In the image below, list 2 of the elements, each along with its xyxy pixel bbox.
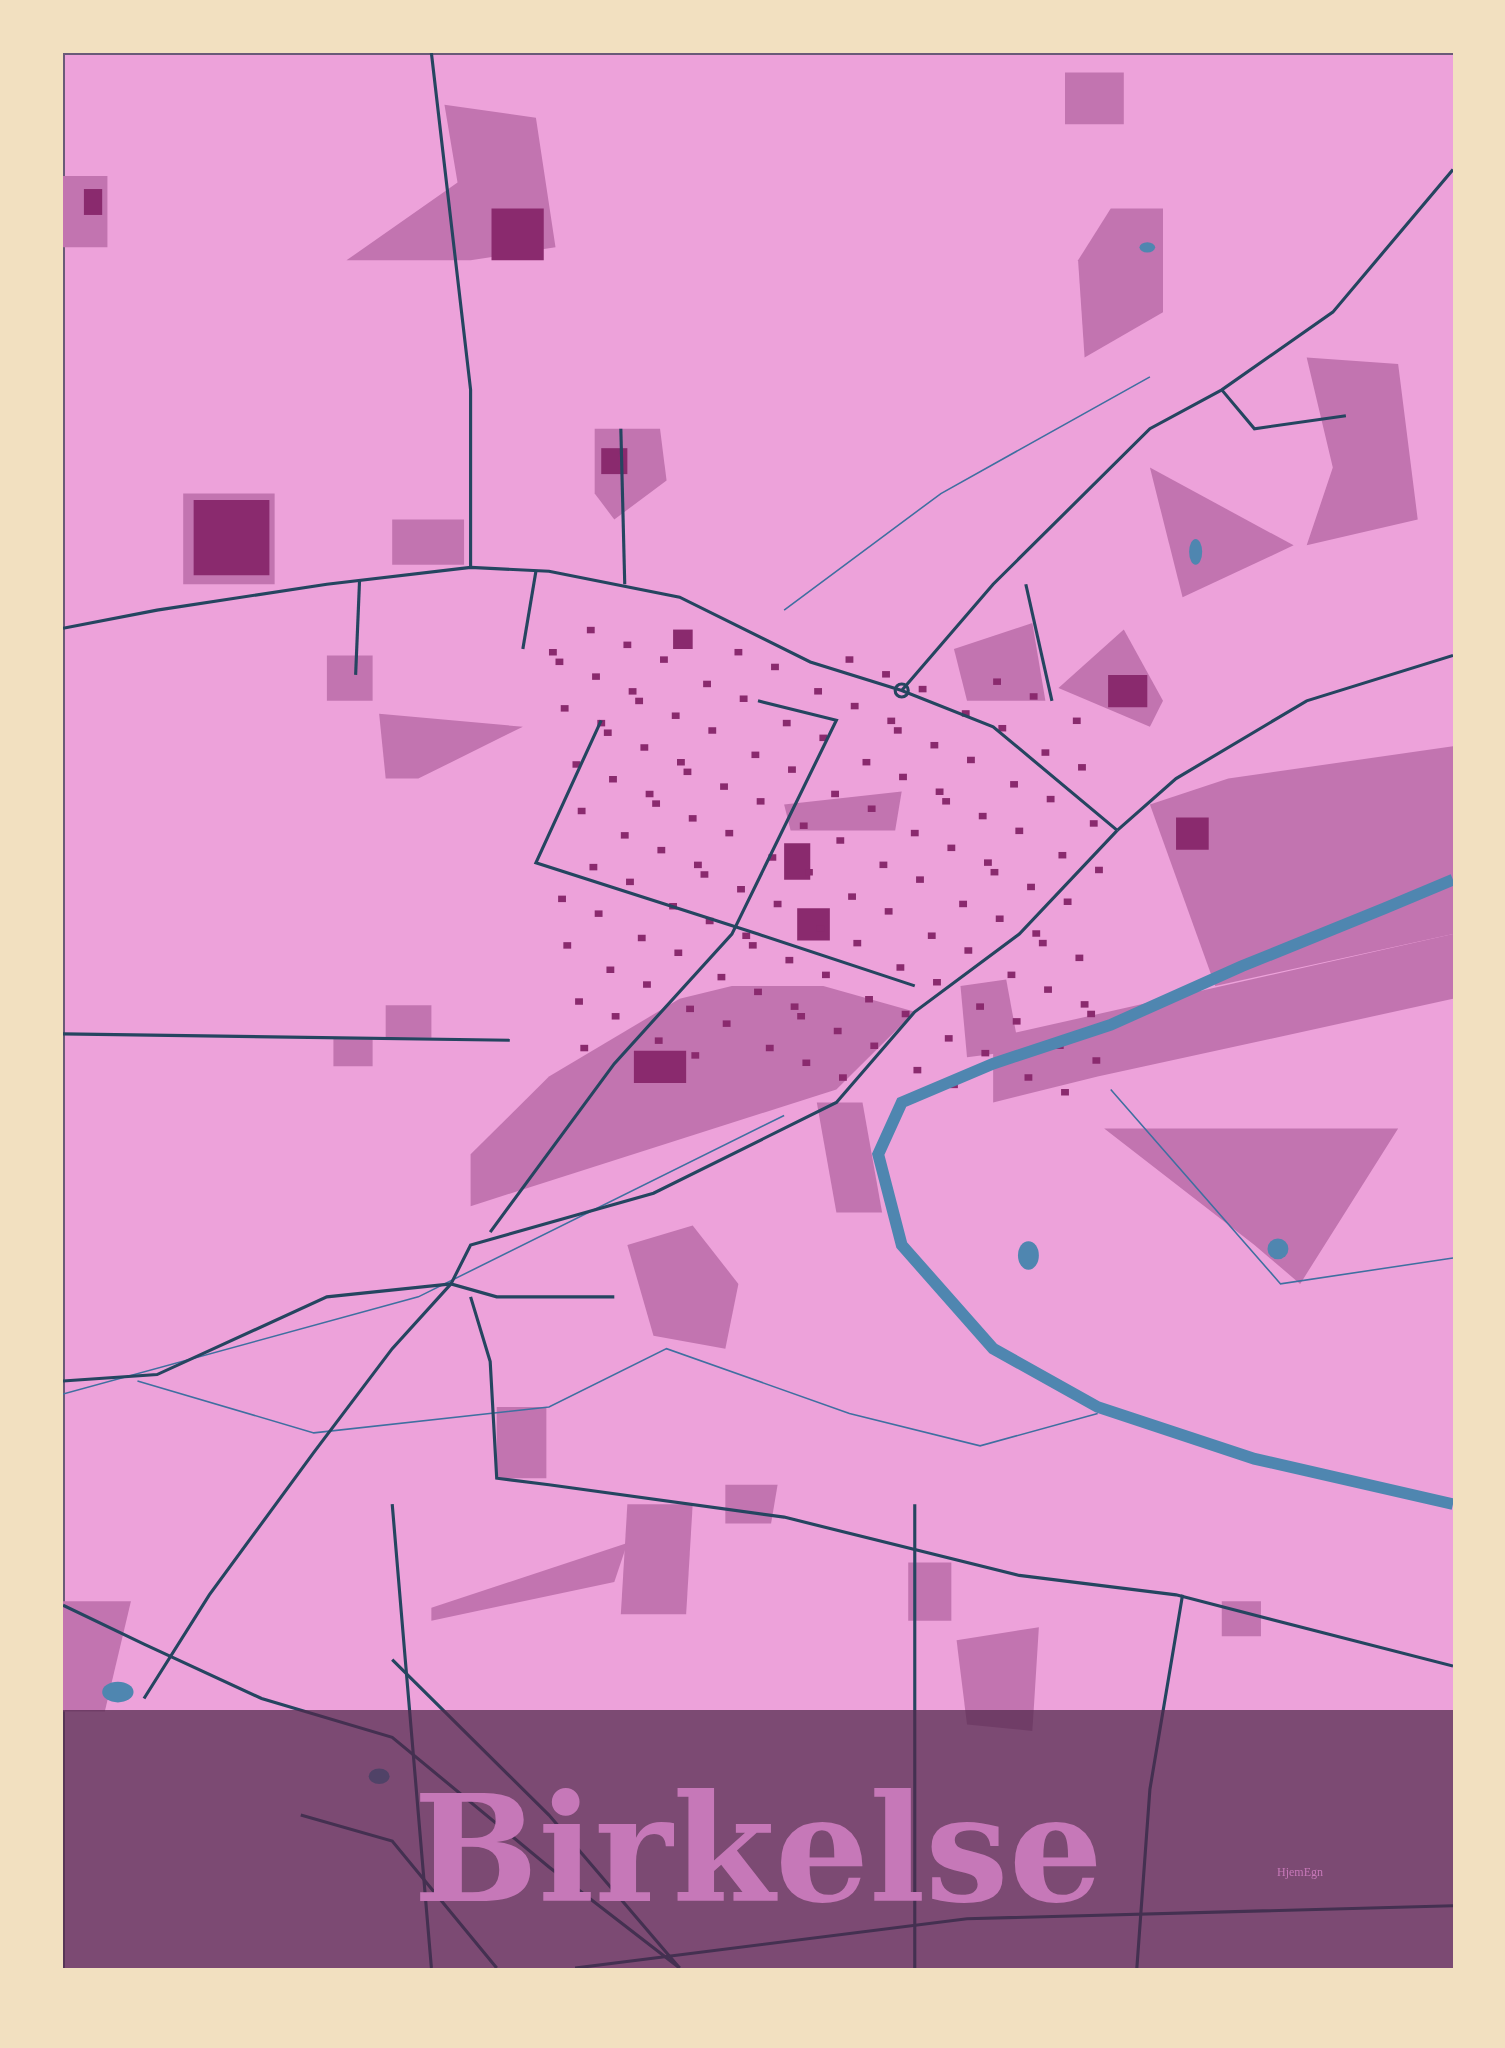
logo-text: HjemEgn <box>1277 1865 1323 1880</box>
town-title: Birkelse <box>413 1762 1103 1936</box>
